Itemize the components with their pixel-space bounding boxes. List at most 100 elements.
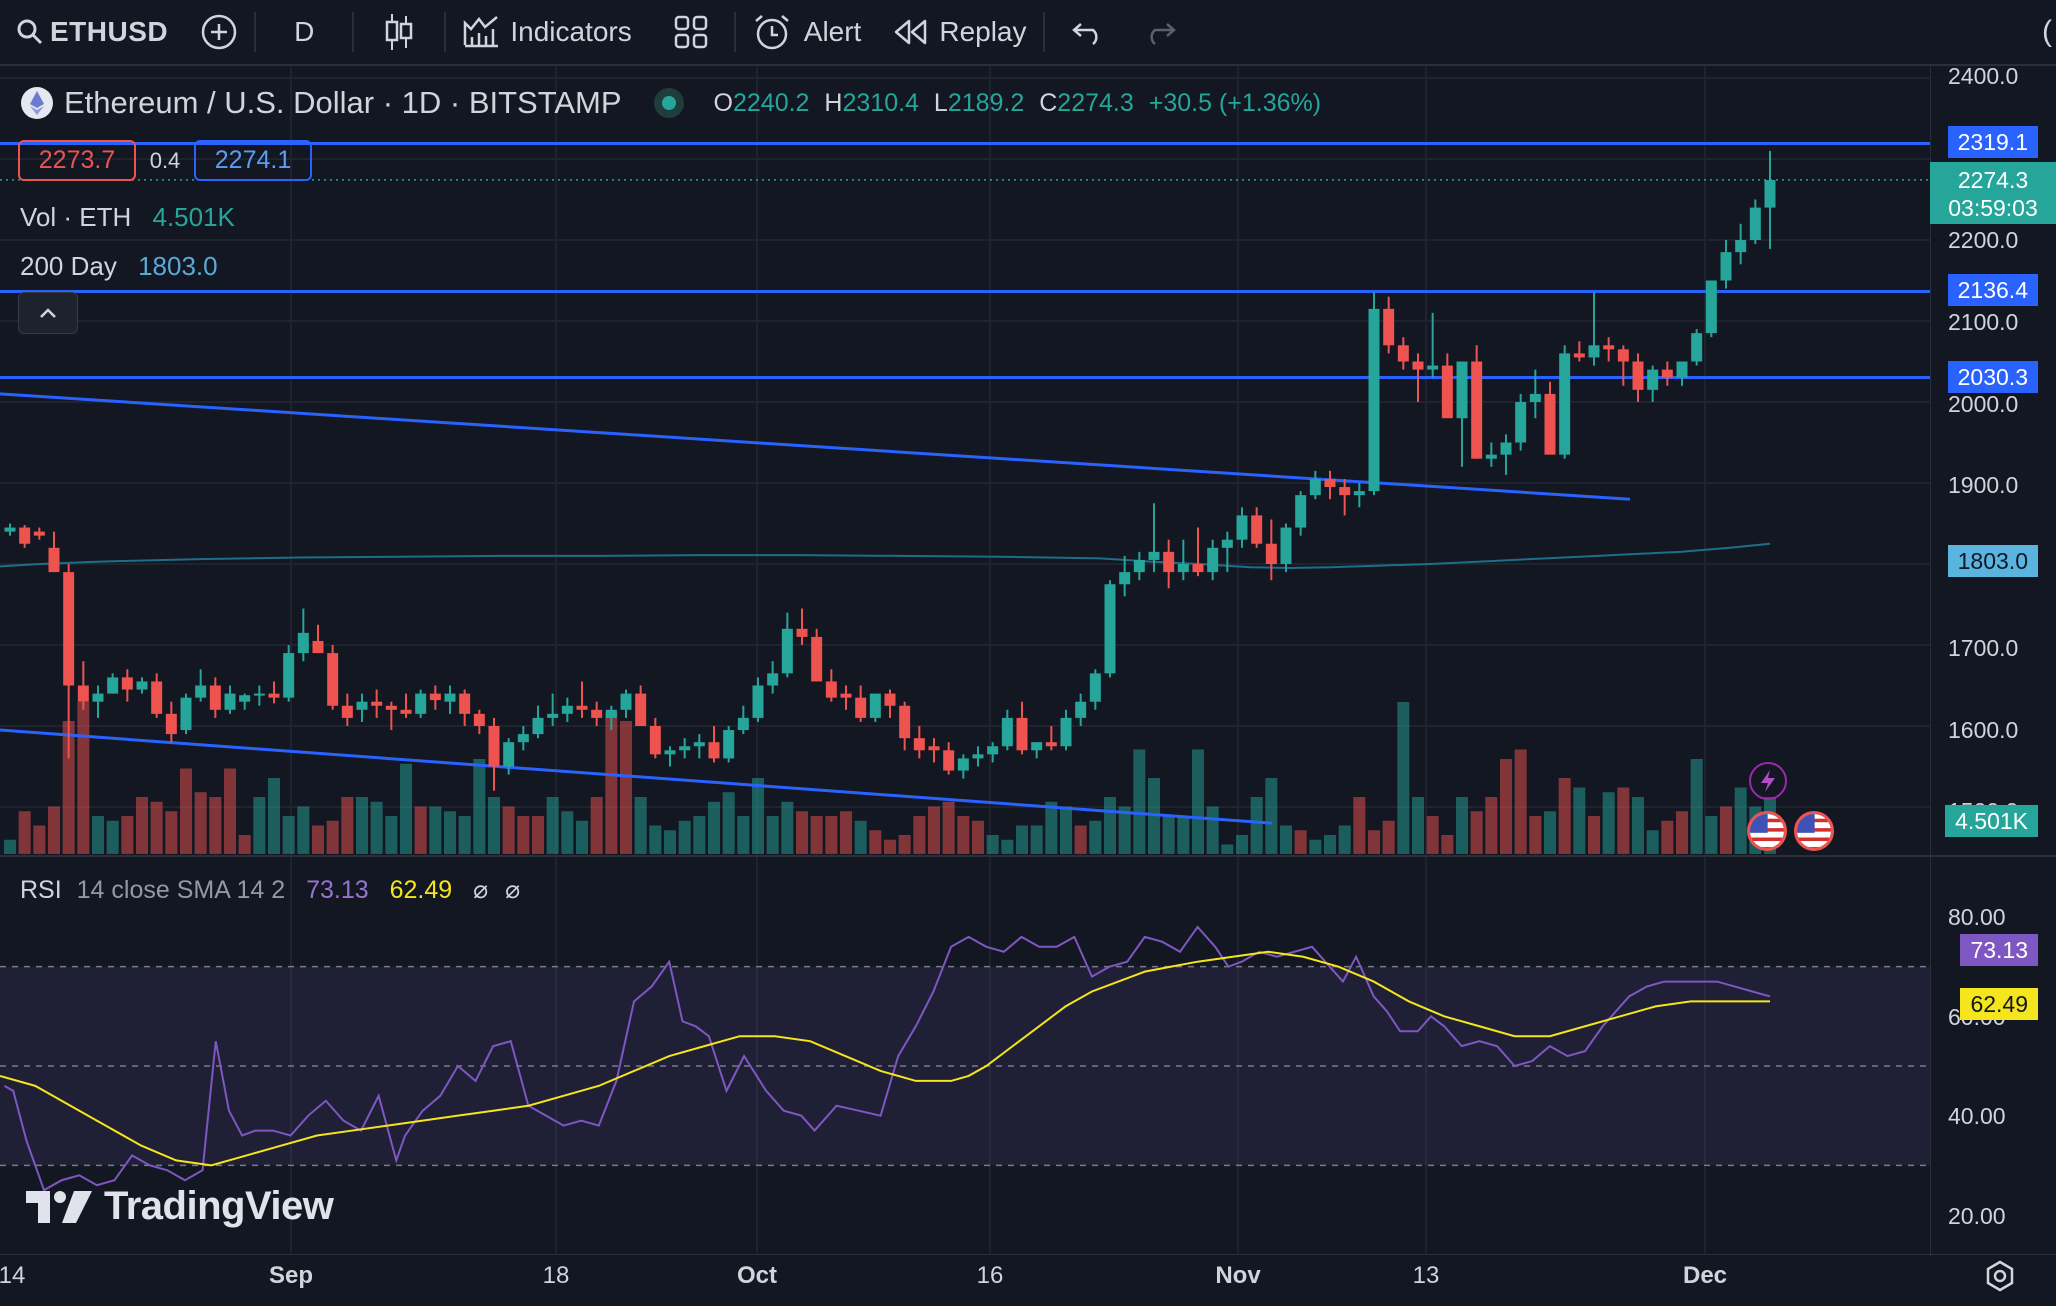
volume-bar bbox=[1309, 839, 1322, 854]
volume-bar bbox=[517, 816, 530, 854]
last-price-tag[interactable]: 2274.3 03:59:03 bbox=[1930, 162, 2056, 224]
compare-symbol-button[interactable] bbox=[184, 0, 254, 64]
candle-body bbox=[1031, 742, 1043, 751]
volume-bar bbox=[693, 816, 706, 854]
candle-body bbox=[415, 693, 427, 714]
candle-body bbox=[1764, 180, 1776, 208]
candle-body bbox=[1368, 308, 1380, 492]
collapse-legend-button[interactable] bbox=[18, 292, 78, 334]
candle-body bbox=[561, 705, 573, 714]
volume-bar bbox=[898, 835, 911, 854]
candle-body bbox=[723, 730, 735, 759]
symbol-title[interactable]: Ethereum / U.S. Dollar · 1D · BITSTAMP bbox=[64, 85, 622, 121]
candle-body bbox=[1104, 584, 1116, 674]
price-line-tag[interactable]: 2319.1 bbox=[1947, 126, 2038, 158]
volume-bar bbox=[18, 811, 31, 854]
volume-bar bbox=[1544, 811, 1556, 854]
us-flag-event-icon[interactable] bbox=[1747, 811, 1787, 851]
candle-body bbox=[605, 709, 617, 718]
candle-body bbox=[444, 693, 456, 702]
symbol-search-button[interactable]: ETHUSD bbox=[0, 0, 184, 64]
high-label: H bbox=[824, 88, 843, 117]
candle-body bbox=[1603, 345, 1615, 350]
market-open-indicator bbox=[661, 96, 676, 110]
candle-body bbox=[752, 685, 764, 718]
event-lightning-icon[interactable] bbox=[1749, 762, 1787, 800]
indicators-button[interactable]: Indicators bbox=[446, 0, 647, 64]
templates-button[interactable] bbox=[648, 0, 734, 64]
alert-label: Alert bbox=[803, 16, 862, 47]
volume-bar bbox=[1456, 797, 1468, 854]
price-line-tag[interactable]: 2030.3 bbox=[1947, 361, 2038, 393]
interval-button[interactable]: D bbox=[256, 0, 352, 64]
volume-bar bbox=[253, 797, 266, 854]
candle-body bbox=[620, 693, 632, 710]
open-value: 2240.2 bbox=[733, 88, 810, 117]
price-tick: 2000.0 bbox=[1948, 391, 2019, 417]
volume-bar bbox=[605, 711, 618, 854]
volume-bar bbox=[1588, 816, 1600, 854]
volume-bar bbox=[224, 768, 236, 854]
volume-bar bbox=[473, 759, 486, 854]
candle-body bbox=[327, 653, 339, 706]
change-value: +30.5 (+1.36%) bbox=[1148, 88, 1322, 117]
price-line-tag[interactable]: 2136.4 bbox=[1947, 274, 2038, 306]
tradingview-watermark[interactable]: TradingView bbox=[24, 1184, 334, 1229]
volume-bar bbox=[561, 811, 574, 854]
volume-bar bbox=[708, 801, 720, 854]
candle-body bbox=[1207, 547, 1219, 573]
tradingview-logo-icon bbox=[26, 1190, 92, 1223]
candle-body bbox=[312, 640, 324, 654]
alert-button[interactable]: Alert bbox=[736, 0, 878, 64]
candle-body bbox=[1735, 240, 1747, 253]
price-tick: 2400.0 bbox=[1948, 63, 2019, 89]
chart-type-button[interactable] bbox=[354, 0, 444, 64]
candle-body bbox=[899, 705, 911, 739]
replay-button[interactable]: Replay bbox=[877, 0, 1042, 64]
price-tick: 1700.0 bbox=[1948, 635, 2019, 661]
volume-bar bbox=[928, 806, 940, 854]
chart-settings-button[interactable] bbox=[1984, 1260, 2016, 1297]
volume-bar bbox=[634, 797, 647, 854]
redo-button[interactable] bbox=[1131, 0, 1189, 64]
volume-bar bbox=[1016, 825, 1028, 854]
candle-body bbox=[1588, 345, 1600, 358]
volume-bar bbox=[913, 816, 926, 854]
ma-price-tag: 1803.0 bbox=[1947, 545, 2038, 577]
volume-bar bbox=[488, 797, 500, 854]
candle-body bbox=[1309, 478, 1321, 496]
candle-body bbox=[1075, 701, 1087, 718]
candle-body bbox=[121, 677, 133, 690]
volume-bar bbox=[341, 797, 354, 854]
ethereum-logo-icon bbox=[21, 87, 53, 119]
candle-body bbox=[693, 742, 705, 747]
pane-separator[interactable] bbox=[0, 855, 2056, 857]
volume-bar bbox=[1338, 825, 1351, 854]
volume-bar bbox=[1617, 787, 1630, 854]
market-status-dot[interactable] bbox=[653, 88, 684, 118]
volume-bar bbox=[1133, 749, 1146, 854]
volume-bar bbox=[1280, 825, 1292, 854]
bar-countdown: 03:59:03 bbox=[1948, 195, 2038, 221]
ask-box[interactable]: 2274.1 bbox=[194, 140, 312, 181]
candle-body bbox=[547, 713, 559, 718]
candle-body bbox=[1749, 207, 1761, 240]
volume-bar bbox=[1177, 816, 1190, 854]
replay-label: Replay bbox=[939, 16, 1027, 47]
time-tick: Sep bbox=[268, 1262, 314, 1289]
price-chart[interactable] bbox=[0, 66, 2056, 1306]
us-flag-event-icon[interactable] bbox=[1794, 811, 1834, 851]
indicators-icon bbox=[464, 16, 499, 48]
volume-bar bbox=[590, 797, 603, 854]
volume-bar bbox=[1294, 830, 1307, 854]
candle-body bbox=[972, 754, 984, 759]
volume-bar bbox=[1426, 816, 1439, 854]
undo-button[interactable] bbox=[1045, 0, 1131, 64]
rsi-params: 14 close SMA 14 2 bbox=[76, 876, 286, 904]
candle-body bbox=[1089, 673, 1101, 702]
candle-body bbox=[796, 628, 808, 637]
overflow-mark: ( bbox=[2042, 15, 2052, 48]
bid-box[interactable]: 2273.7 bbox=[18, 140, 136, 181]
volume-bar bbox=[649, 825, 662, 854]
volume-bar bbox=[297, 806, 310, 854]
